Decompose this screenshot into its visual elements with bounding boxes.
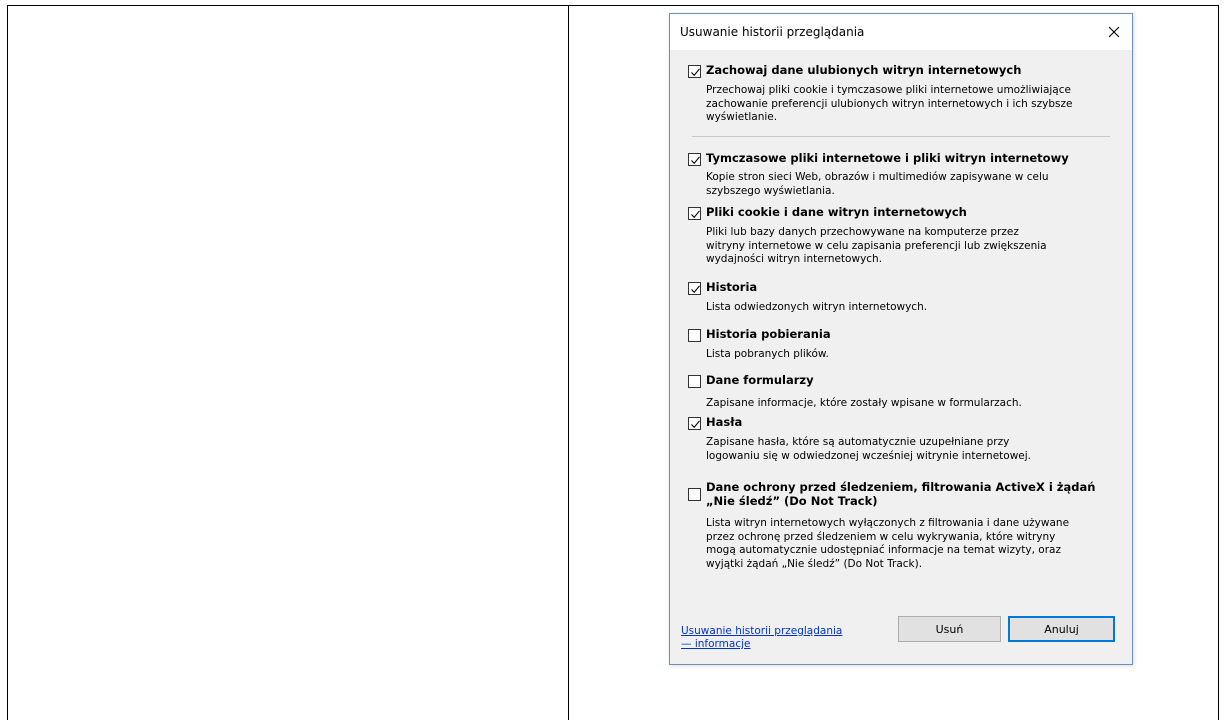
checkbox[interactable] [688,488,701,501]
item-description: Zapisane informacje, które zostały wpisa… [706,397,1022,409]
table-right-border [1218,5,1219,720]
checkbox[interactable] [688,282,701,295]
item-label: Pliki cookie i dane witryn internetowych [706,205,967,219]
table-left-border [7,5,8,720]
item-label: Tymczasowe pliki internetowe i pliki wit… [706,151,1069,165]
table-top-border [7,5,1219,6]
separator [692,136,1110,137]
item-label: Hasła [706,415,743,429]
checkbox[interactable] [688,375,701,388]
delete-browsing-history-dialog: Usuwanie historii przeglądania Zachowaj … [669,13,1133,665]
checkbox[interactable] [688,329,701,342]
checkmark-icon [691,285,700,294]
item-description: Lista odwiedzonych witryn internetowych. [706,301,928,313]
delete-button[interactable]: Usuń [898,616,1001,642]
item-label: Zachowaj dane ulubionych witryn internet… [706,63,1022,77]
table-column-divider [568,5,569,720]
checkbox[interactable] [688,417,701,430]
cancel-button[interactable]: Anuluj [1008,616,1115,642]
item-description: Pliki lub bazy danych przechowywane na k… [706,226,1047,265]
item-label: Dane ochrony przed śledzeniem, filtrowan… [706,480,1096,508]
item-description: Zapisane hasła, które są automatycznie u… [706,436,1032,462]
close-icon [1108,26,1120,38]
checkbox[interactable] [688,207,701,220]
dialog-titlebar: Usuwanie historii przeglądania [670,14,1132,50]
checkbox[interactable] [688,65,701,78]
close-button[interactable] [1100,20,1128,44]
item-description: Kopie stron sieci Web, obrazów i multime… [706,171,1049,197]
checkmark-icon [691,68,700,77]
checkmark-icon [691,420,700,429]
item-label: Dane formularzy [706,373,814,387]
checkbox[interactable] [688,153,701,166]
checkmark-icon [691,156,700,165]
checkmark-icon [691,210,700,219]
help-link[interactable]: Usuwanie historii przeglądania — informa… [681,625,842,651]
item-description: Przechowaj pliki cookie i tymczasowe pli… [706,84,1073,123]
item-label: Historia [706,280,758,294]
item-description: Lista witryn internetowych wyłączonych z… [706,517,1070,570]
item-label: Historia pobierania [706,327,831,341]
dialog-title: Usuwanie historii przeglądania [680,25,865,39]
item-description: Lista pobranych plików. [706,348,829,360]
